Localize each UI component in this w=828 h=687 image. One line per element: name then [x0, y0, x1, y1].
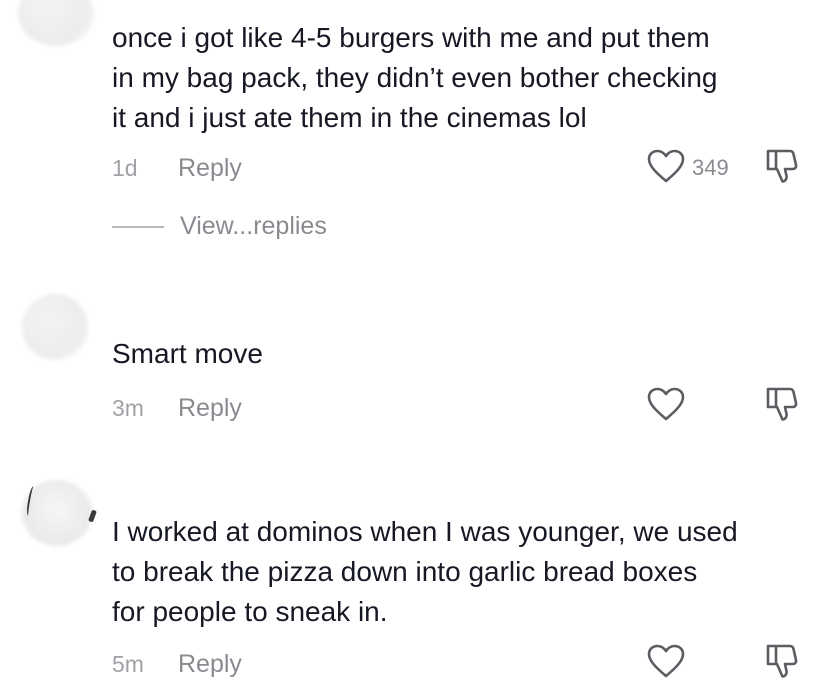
comment-item: I worked at dominos when I was younger, … [0, 470, 828, 687]
dislike-button[interactable] [764, 642, 800, 685]
comment-timestamp: 3m [112, 394, 144, 421]
heart-outline-icon [646, 386, 686, 427]
dislike-button[interactable] [764, 147, 800, 190]
like-count: 349 [692, 155, 729, 180]
heart-outline-icon [646, 643, 686, 684]
heart-outline-icon [646, 148, 686, 189]
thumbs-down-outline-icon [764, 385, 800, 428]
thumbs-down-outline-icon [764, 147, 800, 190]
comment-meta: 5m Reply [112, 646, 242, 682]
comment-item: once i got like 4-5 burgers with me and … [0, 0, 828, 260]
comment-text: I worked at dominos when I was younger, … [112, 516, 738, 627]
view-replies-button[interactable]: View...replies [112, 212, 327, 241]
comment-actions: 349 [646, 148, 800, 188]
replies-divider [112, 225, 164, 228]
reply-button[interactable]: Reply [178, 154, 242, 183]
thumbs-down-outline-icon [764, 642, 800, 685]
avatar[interactable] [18, 0, 94, 46]
comment-timestamp: 5m [112, 650, 144, 677]
comment-item: Smart move 3m Reply [0, 280, 828, 440]
like-button[interactable] [646, 386, 736, 427]
dislike-button[interactable] [764, 385, 800, 428]
comment-text: Smart move [112, 338, 263, 369]
reply-button[interactable]: Reply [178, 394, 242, 423]
like-button[interactable] [646, 643, 736, 684]
like-button[interactable]: 349 [646, 148, 736, 189]
comment-actions [646, 643, 800, 683]
comment-timestamp: 1d [112, 154, 138, 181]
comment-text: once i got like 4-5 burgers with me and … [112, 22, 718, 133]
avatar[interactable] [22, 294, 88, 360]
comment-actions [646, 386, 800, 426]
reply-button[interactable]: Reply [178, 650, 242, 679]
view-replies-label: View...replies [180, 212, 327, 240]
comment-meta: 1d Reply [112, 150, 242, 186]
comment-meta: 3m Reply [112, 390, 242, 426]
